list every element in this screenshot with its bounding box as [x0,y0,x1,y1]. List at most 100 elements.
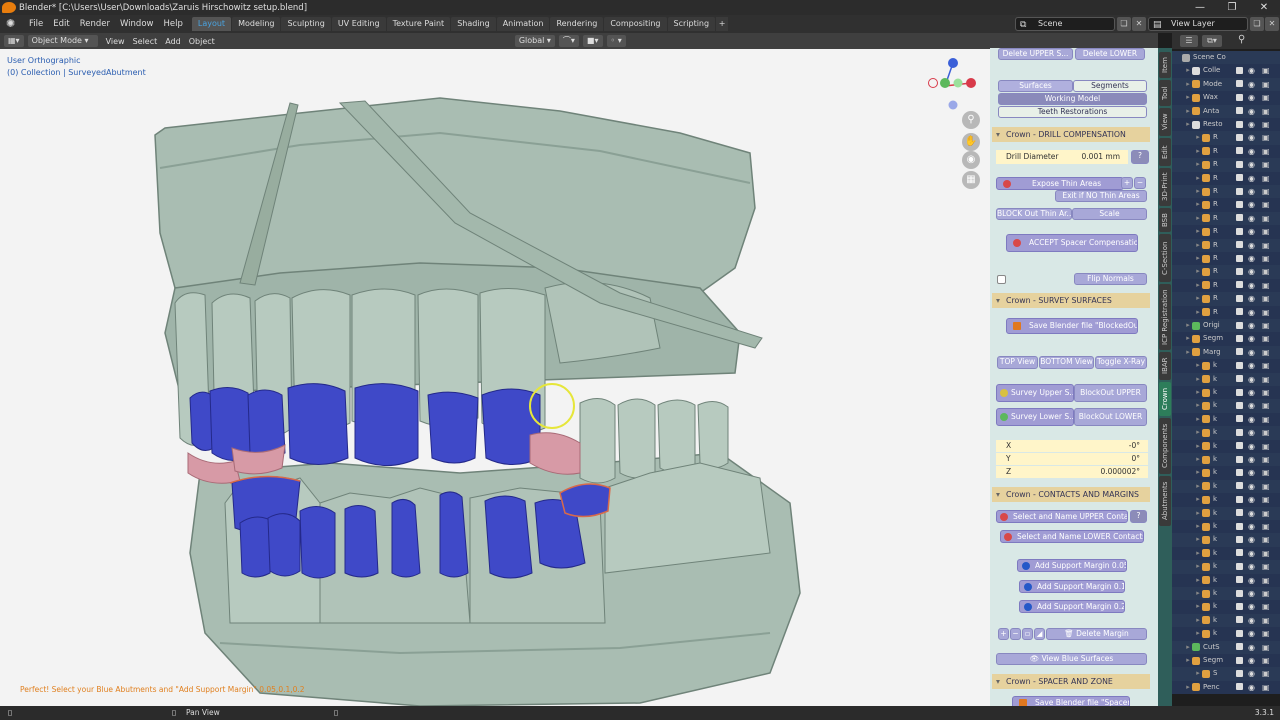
outliner-row[interactable]: ▸ Mode ◉ ▣ [1172,77,1280,92]
flip-normals-button[interactable]: Flip Normals [1074,273,1147,285]
visibility-eye-icon[interactable]: ◉ [1248,332,1255,345]
tab-ibar[interactable]: IBAR [1159,352,1171,380]
outliner-row[interactable]: ▸ k ◉ ▣ [1172,613,1280,628]
render-camera-icon[interactable]: ▣ [1262,373,1270,386]
visibility-eye-icon[interactable]: ◉ [1248,198,1255,211]
exclude-checkbox-icon[interactable] [1236,495,1243,503]
render-camera-icon[interactable]: ▣ [1262,627,1270,640]
tab-icp-registration[interactable]: ICP Registration [1159,284,1171,350]
menu-file[interactable]: File [24,15,48,33]
expand-arrow-icon[interactable]: ▸ [1194,131,1202,144]
proportional-edit-icon[interactable]: ◦ ▾ [606,35,626,47]
expand-arrow-icon[interactable]: ▸ [1194,239,1202,252]
outliner-row[interactable]: ▸ k ◉ ▣ [1172,479,1280,494]
render-camera-icon[interactable]: ▣ [1262,667,1270,680]
expand-arrow-icon[interactable]: ▸ [1194,252,1202,265]
visibility-eye-icon[interactable]: ◉ [1248,252,1255,265]
rotation-z-field[interactable]: Z 0.000002° [996,466,1148,478]
delete-upper-button[interactable]: Delete UPPER S... [998,48,1073,60]
expand-arrow-icon[interactable]: ▸ [1184,64,1192,77]
visibility-eye-icon[interactable]: ◉ [1248,654,1255,667]
delete-margin-button[interactable]: 🗑 Delete Margin [1046,628,1147,640]
tab-texture-paint[interactable]: Texture Paint [386,17,451,31]
tab-rendering[interactable]: Rendering [550,17,604,31]
visibility-eye-icon[interactable]: ◉ [1248,279,1255,292]
survey-surfaces-header[interactable]: Crown - SURVEY SURFACES [992,293,1150,308]
outliner-row[interactable]: ▸ k ◉ ▣ [1172,399,1280,413]
exclude-checkbox-icon[interactable] [1236,281,1243,289]
expand-arrow-icon[interactable]: ▸ [1194,198,1202,211]
zoom-icon[interactable]: ⚲ [962,111,980,129]
outliner-row[interactable]: ▸ R ◉ ▣ [1172,211,1280,226]
expand-arrow-icon[interactable]: ▸ [1194,493,1202,506]
render-camera-icon[interactable]: ▣ [1262,332,1270,345]
render-camera-icon[interactable]: ▣ [1262,306,1270,319]
outliner-row[interactable]: Scene Co [1172,51,1280,65]
render-camera-icon[interactable]: ▣ [1262,681,1270,694]
select-lower-contacts-button[interactable]: Select and Name LOWER Contacts [1000,530,1144,543]
3d-viewport[interactable]: ▦▾ Object Mode ▾ View Select Add Object … [0,33,1158,706]
menu-help[interactable]: Help [158,15,187,33]
visibility-eye-icon[interactable]: ◉ [1248,614,1255,627]
snap-icon[interactable]: ⌒▾ [558,35,579,47]
render-camera-icon[interactable]: ▣ [1262,91,1270,104]
tab-compositing[interactable]: Compositing [604,17,667,31]
render-camera-icon[interactable]: ▣ [1262,493,1270,506]
teeth-restorations-button[interactable]: Teeth Restorations [998,106,1147,118]
render-camera-icon[interactable]: ▣ [1262,654,1270,667]
delete-view-layer-icon[interactable]: ✕ [1265,17,1279,31]
expand-arrow-icon[interactable]: ▸ [1194,533,1202,546]
render-camera-icon[interactable]: ▣ [1262,641,1270,654]
outliner-row[interactable]: ▸ k ◉ ▣ [1172,533,1280,547]
exclude-checkbox-icon[interactable] [1236,133,1243,141]
render-camera-icon[interactable]: ▣ [1262,252,1270,265]
exclude-checkbox-icon[interactable] [1236,549,1243,557]
visibility-eye-icon[interactable]: ◉ [1248,533,1255,546]
margin-option-icon[interactable]: ▫ [1022,628,1033,640]
visibility-eye-icon[interactable]: ◉ [1248,359,1255,372]
render-camera-icon[interactable]: ▣ [1262,614,1270,627]
exclude-checkbox-icon[interactable] [1236,375,1243,383]
working-model-button[interactable]: Working Model [998,93,1147,105]
render-camera-icon[interactable]: ▣ [1262,587,1270,600]
outliner-row[interactable]: ▸ k ◉ ▣ [1172,359,1280,373]
expand-arrow-icon[interactable]: ▸ [1194,600,1202,613]
exclude-checkbox-icon[interactable] [1236,388,1243,396]
render-camera-icon[interactable]: ▣ [1262,172,1270,185]
exclude-checkbox-icon[interactable] [1236,241,1243,249]
exclude-checkbox-icon[interactable] [1236,227,1243,235]
outliner-row[interactable]: ▸ Segm ◉ ▣ [1172,332,1280,346]
drill-compensation-header[interactable]: Crown - DRILL COMPENSATION [992,127,1150,142]
exclude-checkbox-icon[interactable] [1236,361,1243,369]
exclude-checkbox-icon[interactable] [1236,120,1243,128]
render-camera-icon[interactable]: ▣ [1262,319,1270,332]
expand-arrow-icon[interactable]: ▸ [1194,359,1202,372]
exclude-checkbox-icon[interactable] [1236,522,1243,530]
visibility-eye-icon[interactable]: ◉ [1248,386,1255,399]
outliner-row[interactable]: ▸ R ◉ ▣ [1172,278,1280,293]
render-camera-icon[interactable]: ▣ [1262,413,1270,426]
render-camera-icon[interactable]: ▣ [1262,359,1270,372]
tab-3d-print[interactable]: 3D-Print [1159,168,1171,206]
menu-render[interactable]: Render [75,15,115,33]
accept-spacer-button[interactable]: ACCEPT Spacer Compensation [1006,234,1138,252]
outliner-row[interactable]: ▸ R ◉ ▣ [1172,292,1280,306]
outliner-row[interactable]: ▸ Resto ◉ ▣ [1172,118,1280,132]
exclude-checkbox-icon[interactable] [1236,415,1243,423]
render-camera-icon[interactable]: ▣ [1262,279,1270,292]
expand-arrow-icon[interactable]: ▸ [1194,587,1202,600]
exclude-checkbox-icon[interactable] [1236,334,1243,342]
exclude-checkbox-icon[interactable] [1236,200,1243,208]
expand-arrow-icon[interactable]: ▸ [1184,641,1192,654]
outliner-row[interactable]: ▸ R ◉ ▣ [1172,158,1280,172]
expand-arrow-icon[interactable]: ▸ [1194,627,1202,640]
segments-toggle[interactable]: Segments [1073,80,1147,92]
tab-view[interactable]: View [1159,108,1171,136]
remove-margin-icon[interactable]: − [1010,628,1021,640]
outliner-row[interactable]: ▸ R ◉ ▣ [1172,131,1280,145]
exit-thin-areas-button[interactable]: Exit if NO Thin Areas [1055,190,1147,202]
expand-arrow-icon[interactable]: ▸ [1194,212,1202,225]
visibility-eye-icon[interactable]: ◉ [1248,158,1255,171]
exclude-checkbox-icon[interactable] [1236,562,1243,570]
render-camera-icon[interactable]: ▣ [1262,533,1270,546]
